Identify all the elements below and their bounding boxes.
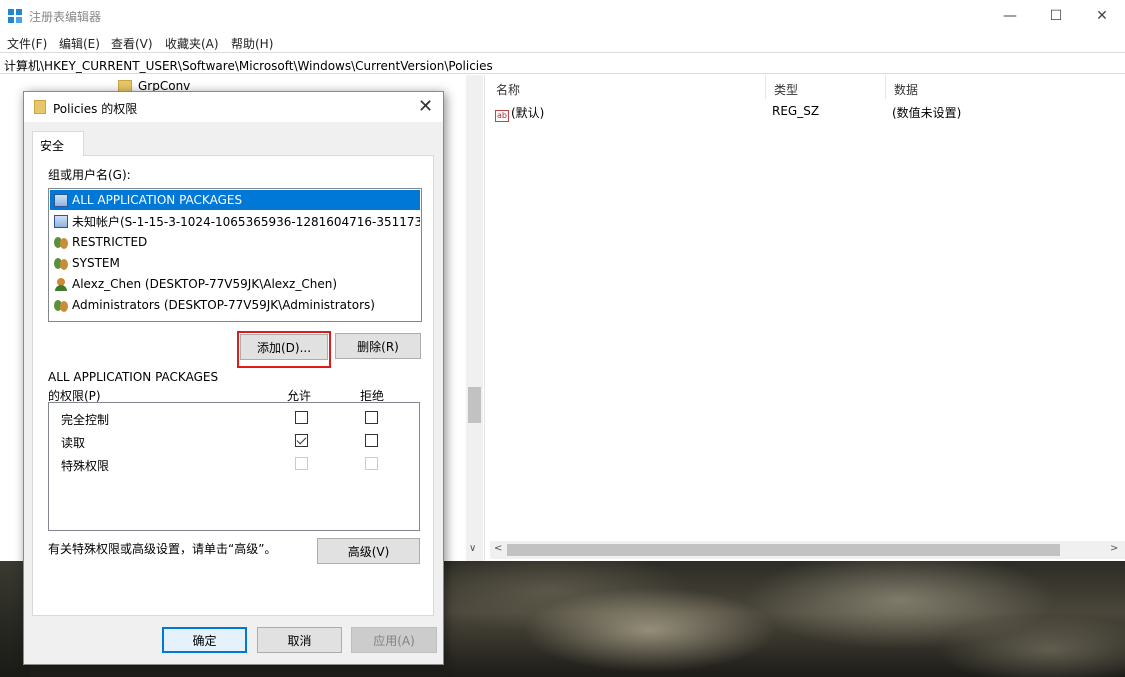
deny-special-checkbox <box>365 457 378 470</box>
menu-file[interactable]: 文件(F) <box>7 35 47 52</box>
permission-special: 特殊权限 <box>61 459 110 473</box>
package-icon <box>54 193 68 207</box>
ok-button[interactable]: 确定 <box>162 627 247 653</box>
permission-read: 读取 <box>61 436 86 450</box>
permissions-for-label: ALL APPLICATION PACKAGES <box>48 370 219 384</box>
maximize-button[interactable]: ☐ <box>1033 0 1079 32</box>
deny-full-control-checkbox[interactable] <box>365 411 378 424</box>
value-row-data: (数值未设置) <box>892 106 962 120</box>
package-icon <box>54 214 68 228</box>
deny-read-checkbox[interactable] <box>365 434 378 447</box>
advanced-button[interactable]: 高级(V) <box>317 538 420 564</box>
address-path[interactable]: 计算机\HKEY_CURRENT_USER\Software\Microsoft… <box>4 57 493 74</box>
scroll-left-arrow-icon[interactable]: < <box>494 543 502 554</box>
close-button[interactable]: ✕ <box>1079 0 1125 32</box>
allow-full-control-checkbox[interactable] <box>295 411 308 424</box>
group-users-label: 组或用户名(G): <box>48 168 131 182</box>
scrollbar-thumb[interactable] <box>468 387 481 423</box>
folder-icon <box>34 100 46 114</box>
menu-edit[interactable]: 编辑(E) <box>59 35 100 52</box>
value-row-name[interactable]: ab (默认) <box>495 104 544 122</box>
advanced-hint-text: 有关特殊权限或高级设置，请单击“高级”。 <box>48 542 277 556</box>
menu-view[interactable]: 查看(V) <box>111 35 153 52</box>
tree-vertical-scrollbar[interactable]: ∨ <box>466 75 483 561</box>
allow-special-checkbox <box>295 457 308 470</box>
tab-security[interactable]: 安全 <box>32 131 84 156</box>
value-row-type: REG_SZ <box>772 104 820 118</box>
menu-bar: 文件(F) 编辑(E) 查看(V) 收藏夹(A) 帮助(H) <box>0 32 1125 52</box>
list-item[interactable]: Alexz_Chen (DESKTOP-77V59JK\Alexz_Chen) <box>50 274 420 294</box>
dialog-title-bar[interactable]: Policies 的权限 ✕ <box>24 92 443 122</box>
list-horizontal-scrollbar[interactable]: < > <box>490 541 1125 559</box>
security-tab-panel: 组或用户名(G): ALL APPLICATION PACKAGES 未知帐户(… <box>32 155 434 616</box>
cancel-button[interactable]: 取消 <box>257 627 342 653</box>
apply-button[interactable]: 应用(A) <box>351 627 437 653</box>
values-list-pane[interactable]: 名称 类型 数据 ab (默认) REG_SZ (数值未设置) <box>488 75 1125 561</box>
minimize-button[interactable]: — <box>987 0 1033 32</box>
menu-help[interactable]: 帮助(H) <box>231 35 273 52</box>
add-button[interactable]: 添加(D)... <box>240 334 328 360</box>
regedit-app-icon <box>8 9 22 23</box>
window-title: 注册表编辑器 <box>29 10 102 24</box>
address-bar[interactable]: 计算机\HKEY_CURRENT_USER\Software\Microsoft… <box>0 52 1125 74</box>
scroll-down-arrow-icon[interactable]: ∨ <box>469 543 476 554</box>
dialog-title: Policies 的权限 <box>53 102 138 116</box>
group-icon <box>54 257 68 270</box>
scrollbar-thumb[interactable] <box>507 544 1060 556</box>
list-item[interactable]: RESTRICTED <box>50 232 420 252</box>
menu-favorites[interactable]: 收藏夹(A) <box>165 35 219 52</box>
users-listbox[interactable]: ALL APPLICATION PACKAGES 未知帐户(S-1-15-3-1… <box>48 188 422 322</box>
group-icon <box>54 236 68 249</box>
group-icon <box>54 299 68 312</box>
user-icon <box>54 277 68 291</box>
column-header-name[interactable]: 名称 <box>488 75 766 99</box>
permissions-dialog: Policies 的权限 ✕ 安全 组或用户名(G): ALL APPLICAT… <box>23 91 444 665</box>
column-header-data[interactable]: 数据 <box>886 75 1125 99</box>
string-value-icon: ab <box>495 110 509 122</box>
allow-read-checkbox[interactable] <box>295 434 308 447</box>
scroll-right-arrow-icon[interactable]: > <box>1110 543 1118 554</box>
permissions-list: 完全控制 读取 特殊权限 <box>48 402 420 531</box>
column-header-type[interactable]: 类型 <box>766 75 886 99</box>
list-item[interactable]: ALL APPLICATION PACKAGES <box>50 190 420 210</box>
list-item[interactable]: Administrators (DESKTOP-77V59JK\Administ… <box>50 295 420 315</box>
remove-button[interactable]: 删除(R) <box>335 333 421 359</box>
list-item[interactable]: SYSTEM <box>50 253 420 273</box>
title-bar[interactable]: 注册表编辑器 — ☐ ✕ <box>0 0 1125 32</box>
list-item[interactable]: 未知帐户(S-1-15-3-1024-1065365936-1281604716… <box>50 211 420 231</box>
permission-full-control: 完全控制 <box>61 413 110 427</box>
close-icon[interactable]: ✕ <box>418 96 433 117</box>
